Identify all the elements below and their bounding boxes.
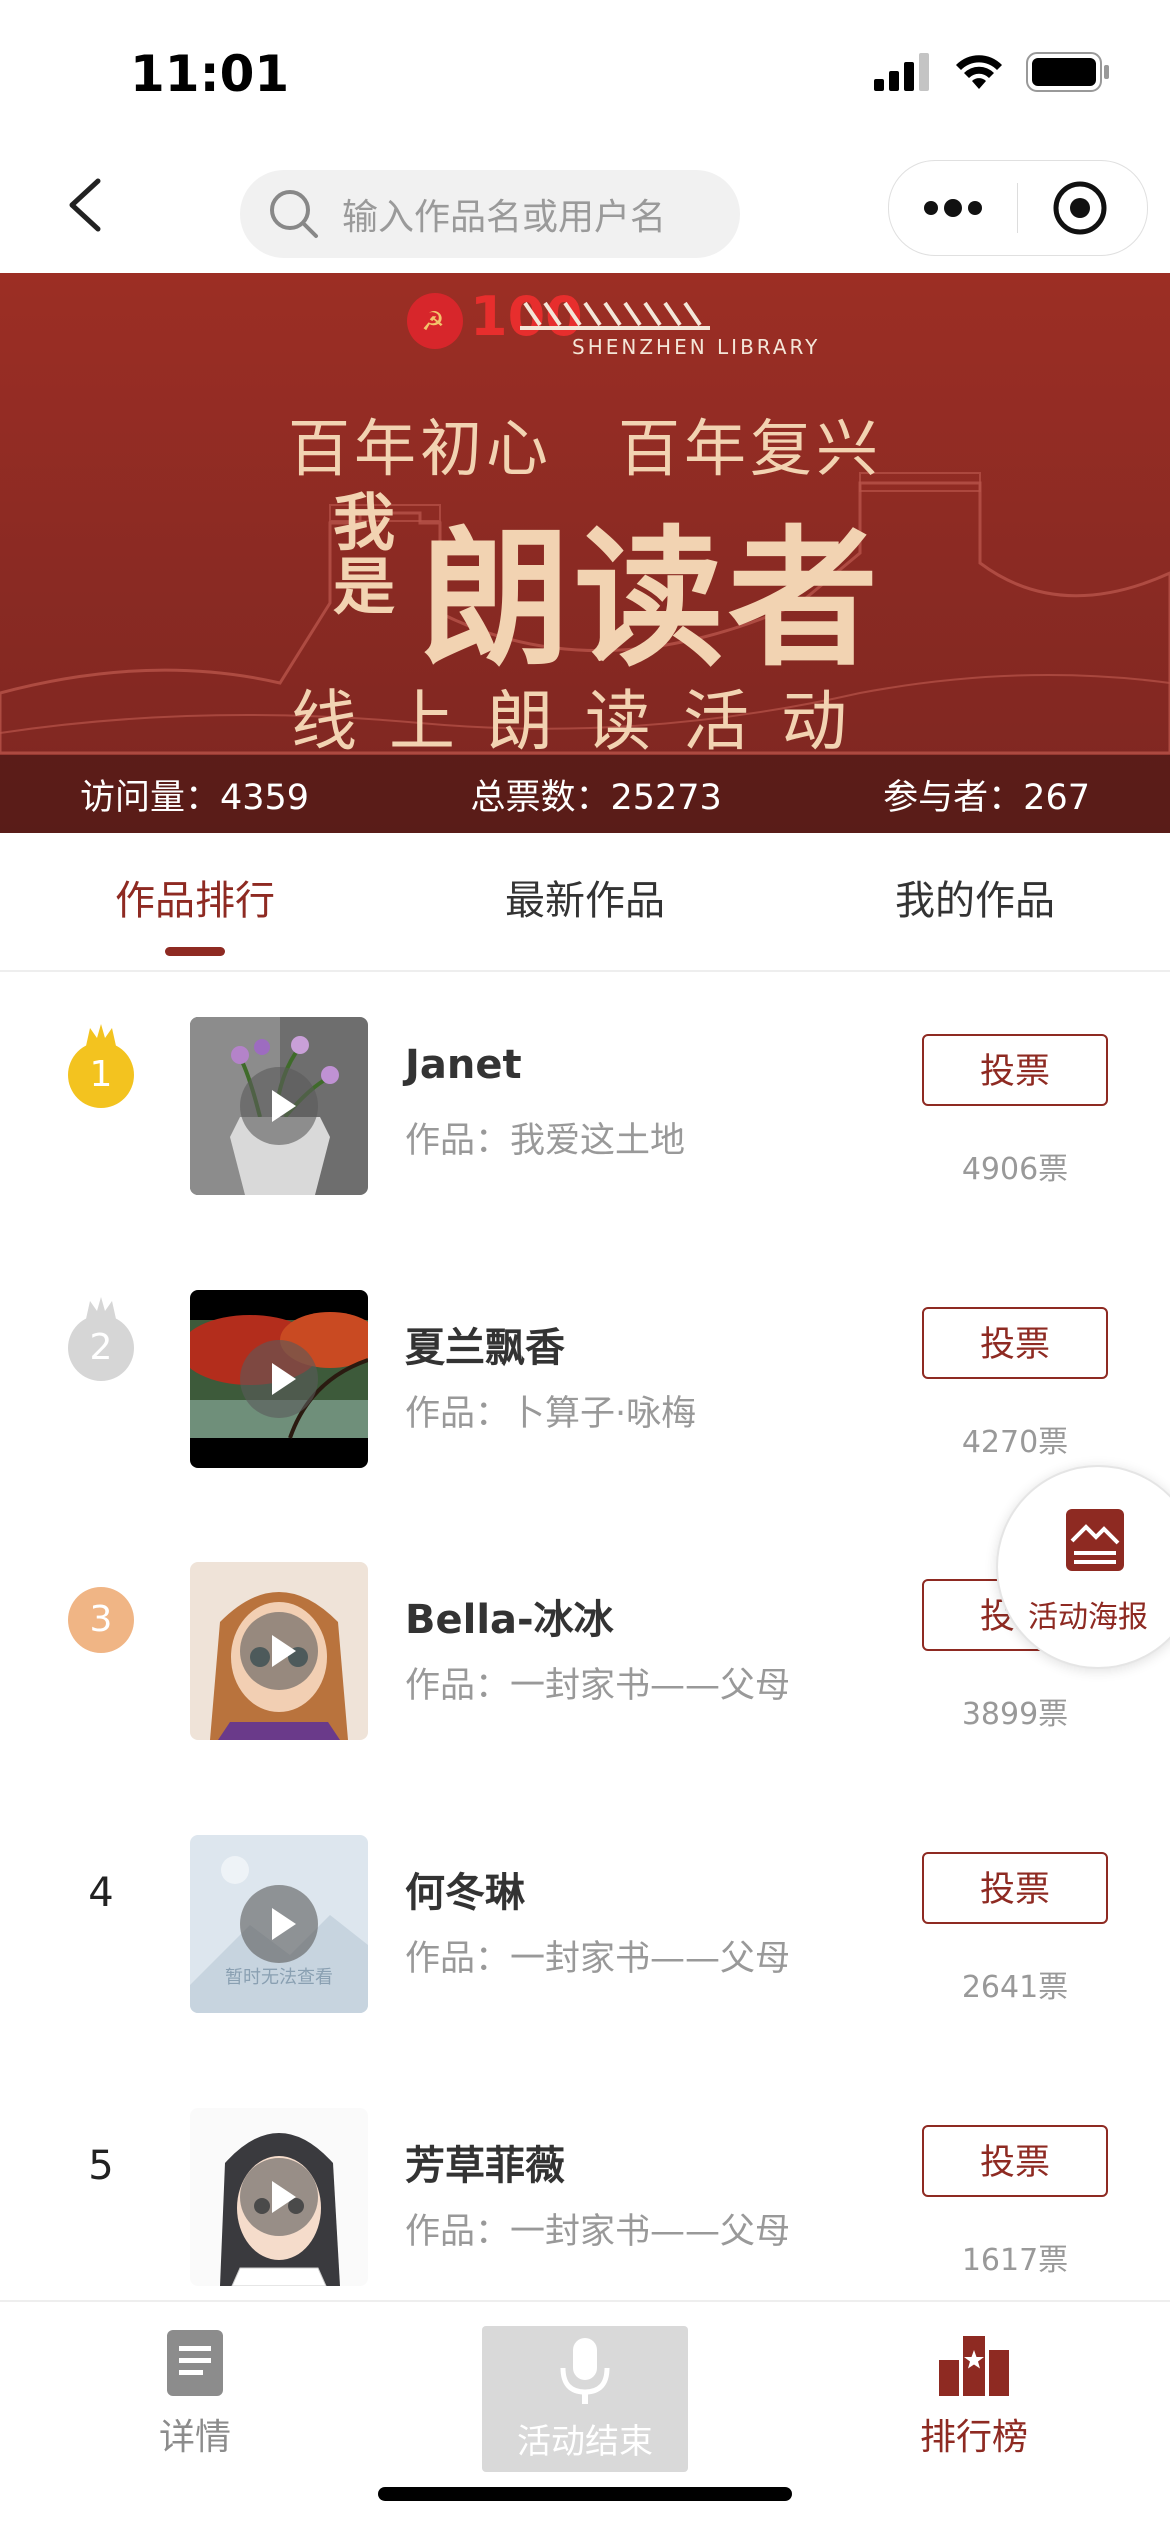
- svg-text:100: 100: [470, 285, 583, 348]
- vote-count: 3899票: [961, 1697, 1069, 1732]
- back-chevron-icon[interactable]: [60, 175, 120, 235]
- tab-bar: 作品排行 最新作品 我的作品: [0, 833, 1170, 972]
- vote-count: 4270票: [961, 1425, 1069, 1460]
- activity-banner: ☭ 100 SHENZHEN LIBRARY 百年初心 百年复兴 我是 朗读者 …: [0, 273, 1170, 833]
- signal-icon: [874, 53, 929, 91]
- record-label: 活动结束: [517, 2422, 653, 2462]
- work-thumbnail[interactable]: [190, 1562, 368, 1740]
- close-target-icon[interactable]: [1018, 178, 1146, 238]
- search-input[interactable]: 输入作品名或用户名: [342, 188, 666, 240]
- document-icon: [167, 2330, 223, 2396]
- library-name: SHENZHEN LIBRARY: [572, 335, 821, 359]
- tab-work-ranking[interactable]: 作品排行: [0, 833, 390, 970]
- nav-details-label: 详情: [158, 2417, 231, 2458]
- rank-number-plain: 5: [88, 2143, 114, 2189]
- banner-slogan: 百年初心 百年复兴: [287, 412, 882, 485]
- work-title: 作品：我爱这土地: [405, 1121, 686, 1161]
- crown-icon: [86, 1297, 116, 1319]
- tab-latest-works[interactable]: 最新作品: [390, 833, 780, 970]
- poster-image-icon: [1066, 1509, 1124, 1571]
- home-indicator: [378, 2487, 792, 2501]
- work-title: 作品：卜算子·咏梅: [405, 1394, 697, 1434]
- play-icon[interactable]: [240, 1612, 318, 1690]
- vote-count: 1617票: [961, 2243, 1069, 2278]
- play-icon[interactable]: [240, 2158, 318, 2236]
- rank-number: 1: [89, 1054, 113, 1095]
- rank-number-plain: 4: [88, 1870, 114, 1916]
- microphone-icon: [560, 2338, 610, 2404]
- list-item[interactable]: 2 夏兰飘香 作品：卜算子·咏梅 投票 4270票: [0, 1245, 1170, 1518]
- status-time: 11:01: [130, 45, 290, 103]
- more-icon[interactable]: [889, 188, 1017, 228]
- status-icons: [874, 52, 1110, 92]
- rank-medal-gold: 1: [68, 1024, 134, 1108]
- work-thumbnail[interactable]: [190, 1290, 368, 1468]
- record-button-disabled[interactable]: 活动结束: [482, 2326, 688, 2472]
- stats-bar: 访问量：4359 总票数：25273 参与者：267: [0, 755, 1170, 833]
- poster-label: 活动海报: [1028, 1600, 1148, 1635]
- ranking-podium-icon: [939, 2336, 1009, 2396]
- play-icon[interactable]: [240, 1885, 318, 1963]
- work-thumbnail[interactable]: [190, 2108, 368, 2286]
- tab-my-works[interactable]: 我的作品: [780, 833, 1170, 970]
- work-title: 作品：一封家书——父母: [405, 2212, 791, 2252]
- play-icon[interactable]: [240, 1067, 318, 1145]
- rank-medal-silver: 2: [68, 1297, 134, 1381]
- vote-button[interactable]: 投票: [922, 1034, 1108, 1106]
- mini-program-capsule: [888, 160, 1148, 256]
- banner-wo-shi: 我是: [333, 486, 396, 623]
- banner-title: 朗读者: [420, 511, 883, 687]
- banner-subtitle: 线上朗读活动: [291, 683, 879, 760]
- author-name: 芳草菲薇: [405, 2143, 565, 2189]
- svg-text:☭: ☭: [421, 307, 444, 337]
- work-title: 作品：一封家书——父母: [405, 1666, 791, 1706]
- rank-medal-bronze: 3: [68, 1587, 134, 1653]
- vote-count: 2641票: [961, 1970, 1069, 2005]
- nav-ranking-label: 排行榜: [919, 2417, 1028, 2458]
- rank-number: 2: [89, 1327, 113, 1368]
- search-bar[interactable]: 输入作品名或用户名: [240, 170, 740, 258]
- list-item[interactable]: 1 Janet 作品：我爱这土地 投票 4906票: [0, 972, 1170, 1245]
- vote-button[interactable]: 投票: [922, 2125, 1108, 2197]
- author-name: 何冬琳: [405, 1870, 525, 1916]
- vote-button[interactable]: 投票: [922, 1307, 1108, 1379]
- visits-stat: 访问量：4359: [80, 777, 310, 818]
- crown-icon: [86, 1024, 116, 1046]
- search-icon: [270, 190, 318, 238]
- vote-button[interactable]: 投票: [922, 1852, 1108, 1924]
- nav-ranking[interactable]: 排行榜: [874, 2330, 1074, 2460]
- play-icon[interactable]: [240, 1340, 318, 1418]
- list-item[interactable]: 4 暂时无法查看 何冬琳 作品：一封家书——父母 投票 2641票: [0, 1790, 1170, 2063]
- author-name: 夏兰飘香: [405, 1325, 565, 1371]
- thumbnail-unavailable-text: 暂时无法查看: [225, 1967, 333, 1988]
- author-name: Janet: [405, 1042, 522, 1088]
- vote-count: 4906票: [961, 1152, 1069, 1187]
- work-thumbnail[interactable]: [190, 1017, 368, 1195]
- list-item[interactable]: 5 芳草菲薇 作品：一封家书——父母 投票 1617票: [0, 2063, 1170, 2336]
- author-name: Bella-冰冰: [405, 1597, 614, 1643]
- rank-number: 3: [89, 1599, 113, 1640]
- participants-stat: 参与者：267: [883, 777, 1090, 818]
- total-votes-stat: 总票数：25273: [470, 777, 722, 818]
- wifi-icon: [956, 55, 1002, 89]
- work-title: 作品：一封家书——父母: [405, 1939, 791, 1979]
- work-thumbnail[interactable]: 暂时无法查看: [190, 1835, 368, 2013]
- battery-icon: [1026, 52, 1109, 92]
- list-item[interactable]: 3 Bella-冰冰 作品：一封家书——父母 投票 3899票: [0, 1517, 1170, 1790]
- nav-details[interactable]: 详情: [95, 2330, 295, 2460]
